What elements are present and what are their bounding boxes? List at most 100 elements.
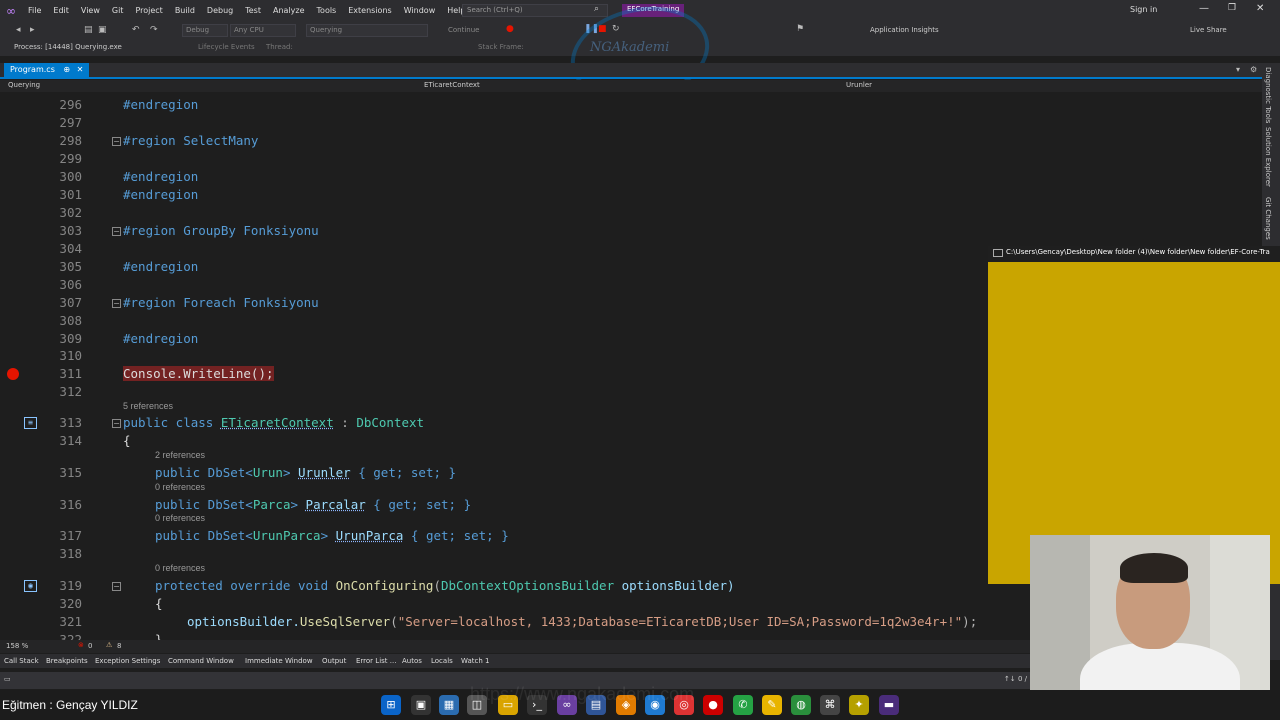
code-text[interactable]: public DbSet<Parca> Parcalar { get; set;…: [155, 497, 471, 512]
save-icon[interactable]: ▣: [98, 25, 107, 35]
diagnostic-tools-tab[interactable]: Diagnostic Tools: [1264, 67, 1272, 123]
zoom-level[interactable]: 158 %: [6, 642, 28, 650]
code-text[interactable]: #region SelectMany: [123, 133, 258, 148]
code-text[interactable]: {: [123, 433, 131, 448]
menu-debug[interactable]: Debug: [201, 6, 239, 15]
bookmark-icon[interactable]: ⚑: [796, 24, 804, 34]
tab-watch-1[interactable]: Watch 1: [461, 657, 489, 665]
tab-autos[interactable]: Autos: [402, 657, 422, 665]
menu-git[interactable]: Git: [106, 6, 130, 15]
code-text[interactable]: #endregion: [123, 259, 198, 274]
codelens-references[interactable]: 0 references: [155, 513, 205, 523]
collapse-icon[interactable]: −: [112, 299, 121, 308]
menu-extensions[interactable]: Extensions: [342, 6, 397, 15]
override-icon[interactable]: ◉: [24, 580, 37, 592]
code-text[interactable]: #endregion: [123, 187, 198, 202]
open-icon[interactable]: ▤: [84, 25, 93, 35]
code-text[interactable]: protected override void OnConfiguring(Db…: [155, 578, 735, 593]
code-text[interactable]: #endregion: [123, 331, 198, 346]
menu-analyze[interactable]: Analyze: [267, 6, 311, 15]
menu-window[interactable]: Window: [398, 6, 442, 15]
startup-project-dropdown[interactable]: Querying: [306, 24, 428, 37]
error-count[interactable]: 0: [88, 642, 92, 650]
codelens-references[interactable]: 5 references: [123, 401, 173, 411]
warning-count[interactable]: 8: [117, 642, 121, 650]
hot-reload-icon[interactable]: ●: [506, 24, 514, 34]
close-icon[interactable]: ✕: [1256, 3, 1264, 14]
tab-call-stack[interactable]: Call Stack: [4, 657, 39, 665]
tab-immediate-window[interactable]: Immediate Window: [245, 657, 313, 665]
visual-studio-logo-icon[interactable]: ∞: [0, 0, 22, 21]
source-control-counter[interactable]: ↑↓ 0 /: [1004, 675, 1027, 683]
tab-locals[interactable]: Locals: [431, 657, 453, 665]
collapse-icon[interactable]: −: [112, 227, 121, 236]
codelens-references[interactable]: 0 references: [155, 482, 205, 492]
menu-edit[interactable]: Edit: [47, 6, 75, 15]
maximize-icon[interactable]: ❐: [1228, 3, 1236, 13]
whatsapp-icon[interactable]: ✆: [733, 695, 753, 715]
notes-icon[interactable]: ✎: [762, 695, 782, 715]
type-nav-dropdown[interactable]: ETicaretContext: [424, 81, 480, 89]
console-window[interactable]: [988, 246, 1280, 584]
live-share-button[interactable]: Live Share: [1190, 26, 1227, 34]
menu-tools[interactable]: Tools: [311, 6, 343, 15]
pin-tool-icon[interactable]: ✦: [849, 695, 869, 715]
tab-overflow-icon[interactable]: ▾: [1236, 65, 1240, 74]
tab-command-window[interactable]: Command Window: [168, 657, 234, 665]
menu-test[interactable]: Test: [239, 6, 267, 15]
lifecycle-events-dropdown[interactable]: Lifecycle Events: [198, 43, 255, 51]
record-icon[interactable]: ●: [703, 695, 723, 715]
console-title[interactable]: C:\Users\Gencay\Desktop\New folder (4)\N…: [988, 246, 1280, 262]
code-text[interactable]: {: [155, 596, 163, 611]
tab-breakpoints[interactable]: Breakpoints: [46, 657, 88, 665]
application-insights-button[interactable]: Application Insights: [870, 26, 939, 34]
pin-icon[interactable]: ⊕: [63, 65, 70, 74]
member-nav-dropdown[interactable]: Urunler: [846, 81, 872, 89]
tab-program-cs[interactable]: Program.cs ⊕ ✕: [4, 63, 90, 79]
settings-gear-icon[interactable]: ⚙: [1250, 65, 1257, 74]
code-text[interactable]: public class ETicaretContext : DbContext: [123, 415, 424, 430]
task-view-icon[interactable]: ▣: [411, 695, 431, 715]
code-text[interactable]: optionsBuilder.UseSqlServer("Server=loca…: [187, 614, 977, 629]
chrome-icon[interactable]: ◍: [791, 695, 811, 715]
forward-icon[interactable]: ▸: [30, 25, 35, 35]
code-text[interactable]: public DbSet<Urun> Urunler { get; set; }: [155, 465, 456, 480]
continue-button[interactable]: Continue: [448, 26, 479, 34]
code-text[interactable]: }: [155, 632, 163, 640]
git-changes-tab[interactable]: Git Changes: [1264, 197, 1272, 240]
project-nav-dropdown[interactable]: Querying: [8, 81, 40, 89]
redo-icon[interactable]: ↷: [150, 25, 158, 35]
menu-file[interactable]: File: [22, 6, 47, 15]
network-tool-icon[interactable]: ⌘: [820, 695, 840, 715]
code-text[interactable]: #endregion: [123, 97, 198, 112]
process-dropdown[interactable]: Process: [14448] Querying.exe: [14, 43, 122, 51]
platform-dropdown[interactable]: Any CPU: [230, 24, 296, 37]
menu-build[interactable]: Build: [169, 6, 201, 15]
configuration-dropdown[interactable]: Debug: [182, 24, 228, 37]
solution-explorer-tab[interactable]: Solution Explorer: [1264, 127, 1272, 187]
start-menu-icon[interactable]: ⊞: [381, 695, 401, 715]
code-text[interactable]: #region Foreach Fonksiyonu: [123, 295, 319, 310]
collapse-icon[interactable]: −: [112, 137, 121, 146]
undo-icon[interactable]: ↶: [132, 25, 140, 35]
code-text[interactable]: #region GroupBy Fonksiyonu: [123, 223, 319, 238]
code-text[interactable]: public DbSet<UrunParca> UrunParca { get;…: [155, 528, 509, 543]
console-taskbar-icon[interactable]: ▬: [879, 695, 899, 715]
tab-close-icon[interactable]: ✕: [77, 65, 84, 74]
breakpoint-icon[interactable]: [7, 368, 19, 380]
minimize-icon[interactable]: —: [1199, 3, 1209, 14]
code-text[interactable]: #endregion: [123, 169, 198, 184]
search-input[interactable]: Search (Ctrl+Q): [462, 4, 608, 17]
back-icon[interactable]: ◂: [16, 25, 21, 35]
codelens-references[interactable]: 2 references: [155, 450, 205, 460]
menu-view[interactable]: View: [75, 6, 106, 15]
collapse-icon[interactable]: −: [112, 419, 121, 428]
sign-in-link[interactable]: Sign in: [1130, 5, 1157, 14]
codelens-references[interactable]: 0 references: [155, 563, 205, 573]
class-diagram-icon[interactable]: ≡: [24, 417, 37, 429]
tab-error-list[interactable]: Error List ...: [356, 657, 396, 665]
stack-frame-dropdown[interactable]: Stack Frame:: [478, 43, 524, 51]
tab-output[interactable]: Output: [322, 657, 346, 665]
collapse-icon[interactable]: −: [112, 582, 121, 591]
widgets-icon[interactable]: ▦: [439, 695, 459, 715]
